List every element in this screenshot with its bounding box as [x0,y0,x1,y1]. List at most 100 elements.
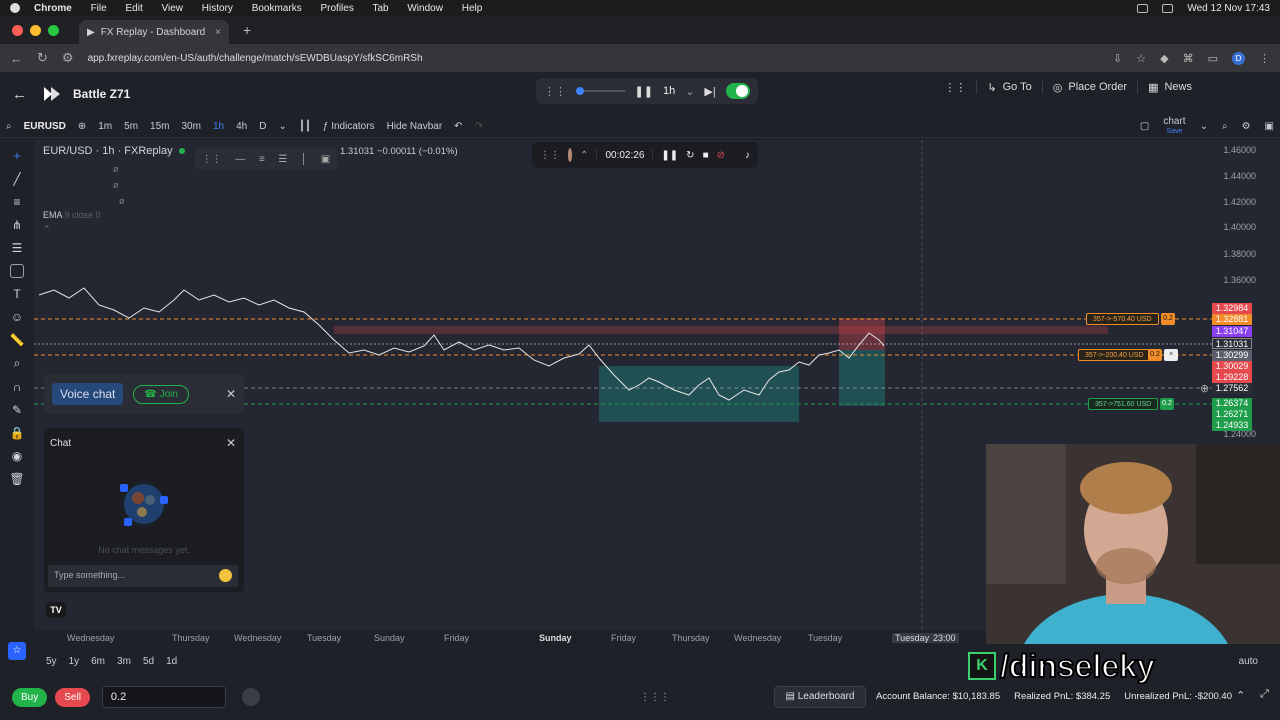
expand-panel-icon[interactable]: ⌃ [1236,689,1245,702]
position-qty-2[interactable]: 0.2 [1148,349,1162,361]
pitchfork-icon[interactable]: ⋔ [12,218,22,232]
crosshair-icon[interactable]: + [13,148,21,163]
install-icon[interactable]: ⇩ [1113,52,1122,65]
back-icon[interactable]: ← [10,51,23,66]
tf-5m[interactable]: 5m [124,121,138,132]
line-tool-icon[interactable]: ― [235,154,245,165]
drag-handle-icon-3[interactable]: ⋮⋮ [540,150,560,161]
sidebar-icon[interactable]: ▭ [1208,52,1218,65]
add-symbol-icon[interactable]: ⊕ [78,121,86,132]
chevron-down-icon[interactable]: ⌄ [685,85,694,98]
new-tab-button[interactable]: + [243,22,251,38]
draw-icon[interactable]: ♪ [745,150,750,161]
tf-15m[interactable]: 15m [150,121,169,132]
ruler-icon[interactable]: 📏 [10,333,25,347]
tf-30m[interactable]: 30m [182,121,201,132]
add-alert-icon[interactable]: ⊕ [1200,382,1209,395]
zoom-window-button[interactable] [48,24,59,36]
position-qty-3[interactable]: 0.2 [1160,398,1174,410]
menu-tab[interactable]: Tab [372,3,388,14]
reload-icon[interactable]: ↻ [37,50,48,66]
drag-handle-icon-2[interactable]: ⋮⋮ [202,154,222,165]
replay-timeframe[interactable]: 1h [663,85,675,97]
chat-input[interactable]: Type something... [48,565,238,587]
text-icon[interactable]: T [13,287,20,301]
range-1d[interactable]: 1d [166,656,177,667]
menu-bookmarks[interactable]: Bookmarks [252,3,302,14]
pause-icon[interactable]: ❚❚ [635,85,653,98]
chevron-up-icon[interactable]: ⌃ [580,150,588,161]
apple-icon[interactable] [10,3,20,13]
go-to-button[interactable]: ↳ Go To [976,80,1041,94]
hide-navbar-button[interactable]: Hide Navbar [387,121,443,132]
pencil-lock-icon[interactable]: ✎ [12,403,22,417]
redo-icon[interactable]: ↷ [475,121,483,132]
tf-4h[interactable]: 4h [236,121,247,132]
place-order-button[interactable]: ◎ Place Order [1041,80,1137,94]
lock-quantity-icon[interactable] [241,688,260,706]
horizontal-line-icon[interactable]: ≡ [13,195,20,209]
back-arrow-icon[interactable]: ← [12,86,27,103]
fib-tool-icon[interactable]: ☰ [278,154,287,165]
eye-icon[interactable]: ◉ [12,449,22,463]
position-qty-1[interactable]: 0.2 [1161,313,1175,325]
browser-tab[interactable]: ▶ FX Replay - Dashboard × [79,20,229,44]
close-position-icon[interactable]: × [1164,349,1178,361]
eye-off-icon-2[interactable]: ø [113,180,119,190]
indicators-button[interactable]: ƒ Indicators [323,121,375,132]
hline-tool-icon[interactable]: ≡ [259,154,265,165]
lock-icon[interactable]: 🔒 [10,426,25,440]
autoplay-toggle[interactable] [725,83,750,99]
bookmark-star-icon[interactable]: ☆ [1136,52,1146,65]
news-button[interactable]: ▦ News [1137,80,1202,94]
layout-button[interactable]: chart Save [1163,117,1185,136]
layout-chevron-icon[interactable]: ⌄ [1200,121,1208,132]
position-label-2[interactable]: 357->-200.40 USD [1078,349,1151,361]
tradingview-logo[interactable]: TV [46,602,66,618]
sell-button[interactable]: Sell [55,687,90,707]
restart-icon[interactable]: ↻ [686,150,694,161]
price-axis[interactable]: 1.46000 1.44000 1.42000 1.40000 1.38000 … [1210,140,1256,440]
tf-1h[interactable]: 1h [213,121,224,132]
tf-1m[interactable]: 1m [98,121,112,132]
vline-tool-icon[interactable]: │ [301,154,307,165]
ema-indicator[interactable]: EMA 9 close 0 ⌃ [43,210,101,235]
menu-view[interactable]: View [162,3,184,14]
step-forward-icon[interactable]: ▶| [704,85,715,98]
tf-dropdown-icon[interactable]: ⌄ [278,121,286,132]
position-label-1[interactable]: 357->-570.40 USD [1086,313,1159,325]
legend-title[interactable]: EUR/USD · 1h · FXReplay [43,145,173,157]
fullscreen-panel-icon[interactable]: ⤢ [1260,688,1269,701]
tf-d[interactable]: D [259,121,266,132]
undo-icon[interactable]: ↶ [454,121,462,132]
eye-off-icon-3[interactable]: ø [119,196,125,206]
menu-edit[interactable]: Edit [125,3,142,14]
stop-icon[interactable]: ■ [703,150,709,161]
menu-window[interactable]: Window [407,3,443,14]
puzzle-icon[interactable]: ⌘ [1183,52,1194,65]
menu-profiles[interactable]: Profiles [320,3,353,14]
magnifier-icon[interactable]: ⌕ [1222,121,1228,132]
replay-speed-slider[interactable] [576,87,625,95]
pause-rec-icon[interactable]: ❚❚ [661,150,678,161]
symbol-selector[interactable]: EURUSD [24,121,66,132]
profile-avatar[interactable]: D [1232,51,1245,65]
magnet-icon[interactable]: ∩ [13,380,22,394]
drag-handle-icon[interactable]: ⋮⋮ [544,85,566,98]
quantity-input[interactable]: 0.2 [101,686,226,708]
object-tree-icon[interactable]: ☆ [8,642,26,660]
grid-icon[interactable]: ⋮⋮⋮ [640,692,670,703]
minimize-window-button[interactable] [30,24,41,36]
fib-icon[interactable]: ☰ [12,241,23,255]
camera-icon[interactable]: ▣ [1265,121,1274,132]
discard-icon[interactable]: ⊘ [717,150,725,161]
menu-help[interactable]: Help [462,3,483,14]
range-3m[interactable]: 3m [117,656,131,667]
trash-icon[interactable]: 🗑 [9,472,24,486]
wifi-icon[interactable] [1162,3,1174,13]
battery-icon[interactable] [1137,3,1149,13]
eye-off-icon-1[interactable]: ø [113,164,119,174]
fullscreen-icon[interactable]: ▢ [1140,121,1149,132]
range-5y[interactable]: 5y [46,656,57,667]
close-window-button[interactable] [12,24,23,36]
